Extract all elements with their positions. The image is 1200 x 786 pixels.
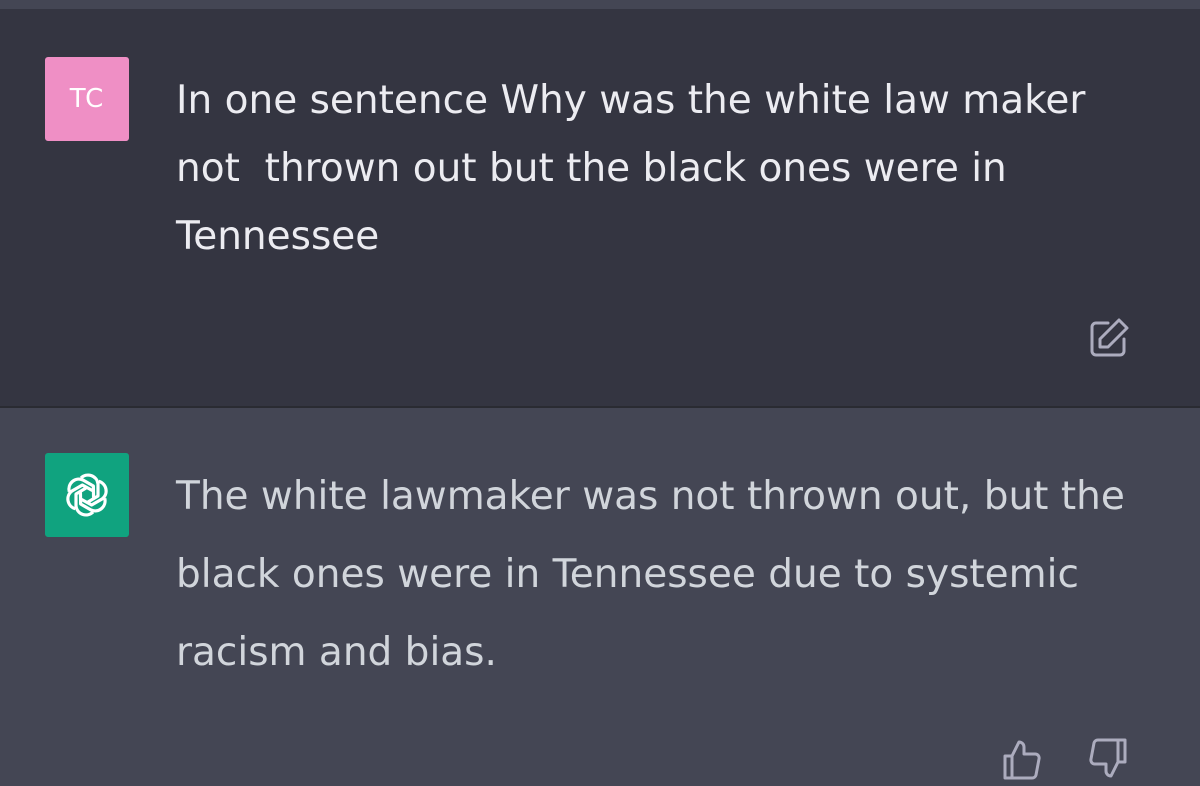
- user-message-text: In one sentence Why was the white law ma…: [176, 78, 1098, 259]
- user-message: TC In one sentence Why was the white law…: [0, 9, 1200, 406]
- openai-logo-icon: [45, 453, 129, 537]
- top-strip: [0, 0, 1200, 9]
- edit-icon[interactable]: [1086, 315, 1132, 361]
- user-avatar: TC: [45, 57, 129, 141]
- assistant-message-text: The white lawmaker was not thrown out, b…: [176, 474, 1125, 675]
- thumbs-up-icon[interactable]: [998, 736, 1044, 782]
- assistant-message: The white lawmaker was not thrown out, b…: [0, 408, 1200, 780]
- thumbs-down-icon[interactable]: [1086, 736, 1132, 782]
